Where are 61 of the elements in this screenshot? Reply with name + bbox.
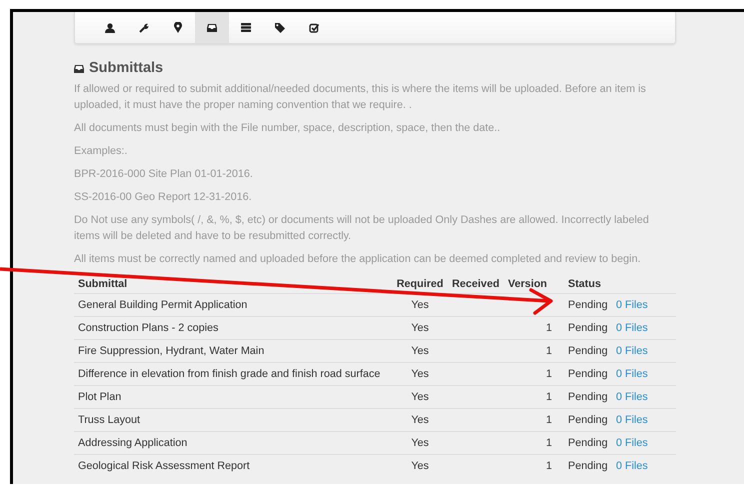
table-cell: 1 bbox=[546, 345, 552, 357]
inbox-icon bbox=[207, 23, 217, 32]
table-cell: Yes bbox=[411, 322, 429, 334]
table-cell: Addressing Application bbox=[78, 437, 188, 449]
files-link[interactable]: 0 Files bbox=[616, 391, 648, 403]
wrench-icon bbox=[139, 22, 149, 32]
table-cell: General Building Permit Application bbox=[78, 299, 248, 311]
files-link[interactable]: 0 Files bbox=[616, 460, 648, 472]
table-cell: Yes bbox=[411, 391, 429, 403]
table-cell: Plot Plan bbox=[78, 391, 122, 403]
table-cell: 1 bbox=[546, 322, 552, 334]
table-cell: Difference in elevation from finish grade and finish road surface bbox=[78, 368, 380, 380]
table-cell: Pending bbox=[568, 345, 608, 357]
files-link[interactable]: 0 Files bbox=[616, 299, 648, 311]
table-cell: Yes bbox=[411, 345, 429, 357]
column-header: Version bbox=[504, 274, 564, 294]
table-cell: Yes bbox=[411, 414, 429, 426]
paragraph: All items must be correctly named and uploaded before the application can be deemed completed and review to begin. bbox=[74, 252, 642, 267]
table-cell: Pending bbox=[568, 299, 608, 311]
table-cell: Pending bbox=[568, 391, 608, 403]
table-cell: 1 bbox=[546, 391, 552, 403]
files-link[interactable]: 0 Files bbox=[616, 322, 648, 334]
column-header: Submittal bbox=[74, 274, 392, 294]
table-cell: Pending bbox=[568, 368, 608, 380]
map-pin-icon bbox=[174, 22, 182, 33]
table-cell: Pending bbox=[568, 322, 608, 334]
column-header: Required bbox=[392, 274, 448, 294]
paragraph: SS-2016-00 Geo Report 12-31-2016. bbox=[74, 190, 253, 205]
paragraph: If allowed or required to submit additional/needed documents, this is where the items will be uploaded. Before an item is uploaded, it must have the proper naming convention that we require. . bbox=[74, 82, 647, 113]
table-cell: 1 bbox=[546, 414, 552, 426]
table-cell: Yes bbox=[411, 460, 429, 472]
table-cell: Geological Risk Assessment Report bbox=[78, 460, 250, 472]
files-link[interactable]: 0 Files bbox=[616, 345, 648, 357]
section-title: Submittals bbox=[89, 60, 164, 76]
list-icon bbox=[241, 23, 251, 32]
files-link[interactable]: 0 Files bbox=[616, 368, 648, 380]
column-header: Status bbox=[564, 274, 612, 294]
table-cell: Construction Plans - 2 copies bbox=[78, 322, 218, 334]
table-cell: Yes bbox=[411, 299, 429, 311]
person-icon bbox=[105, 22, 115, 32]
paragraph: All documents must begin with the File number, space, description, space, then the date.. bbox=[74, 121, 502, 136]
table-cell: Truss Layout bbox=[78, 414, 140, 426]
table-cell: 1 bbox=[546, 437, 552, 449]
table-cell: Pending bbox=[568, 414, 608, 426]
table-cell: 1 bbox=[546, 460, 552, 472]
paragraph: Do Not use any symbols( /, &, %, $, etc) or documents will not be uploaded Only Dashes are allowed. Incorrectly labeled items will be deleted and have to be resubmitted correctly. bbox=[74, 213, 650, 244]
tab[interactable] bbox=[195, 12, 229, 43]
table-cell: Pending bbox=[568, 437, 608, 449]
files-link[interactable]: 0 Files bbox=[616, 414, 648, 426]
paragraph: Examples:. bbox=[74, 144, 128, 159]
column-header: Received bbox=[448, 274, 504, 294]
table-cell: Pending bbox=[568, 460, 608, 472]
inbox-icon bbox=[74, 64, 84, 72]
table-cell: Yes bbox=[411, 368, 429, 380]
table-cell: Yes bbox=[411, 437, 429, 449]
tag-icon bbox=[275, 22, 285, 32]
table-cell: Fire Suppression, Hydrant, Water Main bbox=[78, 345, 264, 357]
paragraph: BPR-2016-000 Site Plan 01-01-2016. bbox=[74, 167, 254, 182]
table-cell: 1 bbox=[546, 368, 552, 380]
files-link[interactable]: 0 Files bbox=[616, 437, 648, 449]
checkbox-icon bbox=[309, 22, 319, 32]
